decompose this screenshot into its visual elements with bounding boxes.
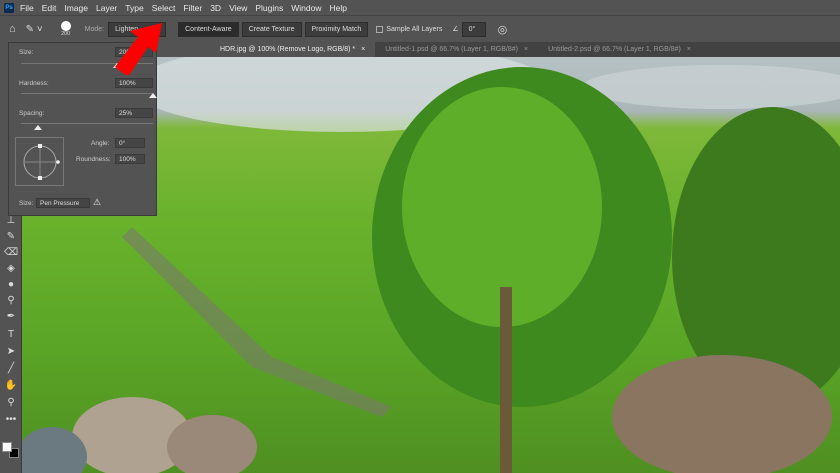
blur-tool-icon[interactable]: ● <box>4 278 18 292</box>
mode-label: Mode: <box>84 25 105 33</box>
zoom-tool-icon[interactable]: ⚲ <box>4 396 18 410</box>
angle-label: Angle: <box>91 140 110 147</box>
spacing-slider[interactable] <box>21 123 153 124</box>
menu-edit[interactable]: Edit <box>42 3 57 13</box>
menu-type[interactable]: Type <box>125 3 143 13</box>
tab-untitled-1[interactable]: Untitled-1.psd @ 66.7% (Layer 1, RGB/8#)… <box>375 42 538 57</box>
proximity-match-button[interactable]: Proximity Match <box>304 21 369 37</box>
menu-view[interactable]: View <box>229 3 247 13</box>
menu-3d[interactable]: 3D <box>210 3 221 13</box>
sample-all-layers-label: Sample All Layers <box>386 25 443 33</box>
roundness-input[interactable]: 100% <box>115 154 145 164</box>
pen-tool-icon[interactable]: ✒ <box>4 310 18 324</box>
brush-preset-picker[interactable]: 200 <box>60 21 71 37</box>
brush-size-readout: 200 <box>61 31 71 37</box>
hand-tool-icon[interactable]: ✋ <box>4 379 18 393</box>
create-texture-button[interactable]: Create Texture <box>241 21 302 37</box>
close-icon[interactable]: × <box>361 46 365 53</box>
close-icon[interactable]: × <box>524 46 528 53</box>
clone-stamp-tool-icon[interactable]: ⊥ <box>4 214 18 228</box>
spacing-slider-thumb[interactable] <box>34 125 43 130</box>
menu-image[interactable]: Image <box>64 3 88 13</box>
more-tools-icon[interactable]: ••• <box>4 413 18 427</box>
hardness-slider-thumb[interactable] <box>149 93 157 98</box>
tab-label: Untitled-1.psd @ 66.7% (Layer 1, RGB/8#) <box>385 46 518 53</box>
tab-label: Untitled-2.psd @ 66.7% (Layer 1, RGB/8#) <box>548 46 681 53</box>
menu-file[interactable]: File <box>20 3 34 13</box>
brush-angle-roundness-preview[interactable] <box>15 137 64 186</box>
paint-bucket-tool-icon[interactable]: ◈ <box>4 262 18 276</box>
angle-input[interactable]: 0° <box>461 21 486 37</box>
healing-brush-tool-icon[interactable]: ✎ ˅ <box>26 24 43 35</box>
hardness-slider[interactable] <box>21 93 153 94</box>
menu-select[interactable]: Select <box>152 3 176 13</box>
angle-icon: ∠ <box>452 26 459 33</box>
brush-tip-icon <box>60 21 71 31</box>
menu-bar: Ps File Edit Image Layer Type Select Fil… <box>0 0 840 15</box>
menu-filter[interactable]: Filter <box>183 3 202 13</box>
foreground-color-swatch[interactable] <box>2 442 12 452</box>
roundness-label: Roundness: <box>76 156 111 163</box>
path-selection-tool-icon[interactable]: ➤ <box>4 345 18 359</box>
eraser-tool-icon[interactable]: ⌫ <box>4 246 18 260</box>
warning-icon: ⚠ <box>93 197 102 207</box>
size-control-select[interactable]: Pen Pressure <box>36 198 90 208</box>
spacing-label: Spacing: <box>19 110 45 117</box>
pressure-size-icon[interactable]: ◎ <box>498 23 508 36</box>
dodge-tool-icon[interactable]: ⚲ <box>4 294 18 308</box>
tab-label: HDR.jpg @ 100% (Remove Logo, RGB/8) * <box>220 46 356 53</box>
type-tool-icon[interactable]: T <box>4 328 18 342</box>
spacing-input[interactable]: 25% <box>115 108 153 118</box>
line-tool-icon[interactable]: ╱ <box>4 362 18 376</box>
menu-layer[interactable]: Layer <box>96 3 117 13</box>
sample-all-layers-checkbox[interactable] <box>376 25 384 33</box>
menu-plugins[interactable]: Plugins <box>255 3 283 13</box>
tab-untitled-2[interactable]: Untitled-2.psd @ 66.7% (Layer 1, RGB/8#)… <box>538 42 701 57</box>
angle-input[interactable]: 0° <box>115 138 145 148</box>
size-label: Size: <box>19 49 34 56</box>
hardness-label: Hardness: <box>19 80 49 87</box>
photoshop-logo: Ps <box>4 2 14 13</box>
menu-window[interactable]: Window <box>291 3 321 13</box>
red-arrow-annotation <box>115 23 162 75</box>
close-icon[interactable]: × <box>687 46 691 53</box>
hardness-input[interactable]: 100% <box>115 78 153 88</box>
size-control-label: Size: <box>19 200 34 207</box>
history-brush-tool-icon[interactable]: ✎ <box>4 230 18 244</box>
menu-help[interactable]: Help <box>329 3 346 13</box>
home-icon[interactable]: ⌂ <box>9 23 16 35</box>
